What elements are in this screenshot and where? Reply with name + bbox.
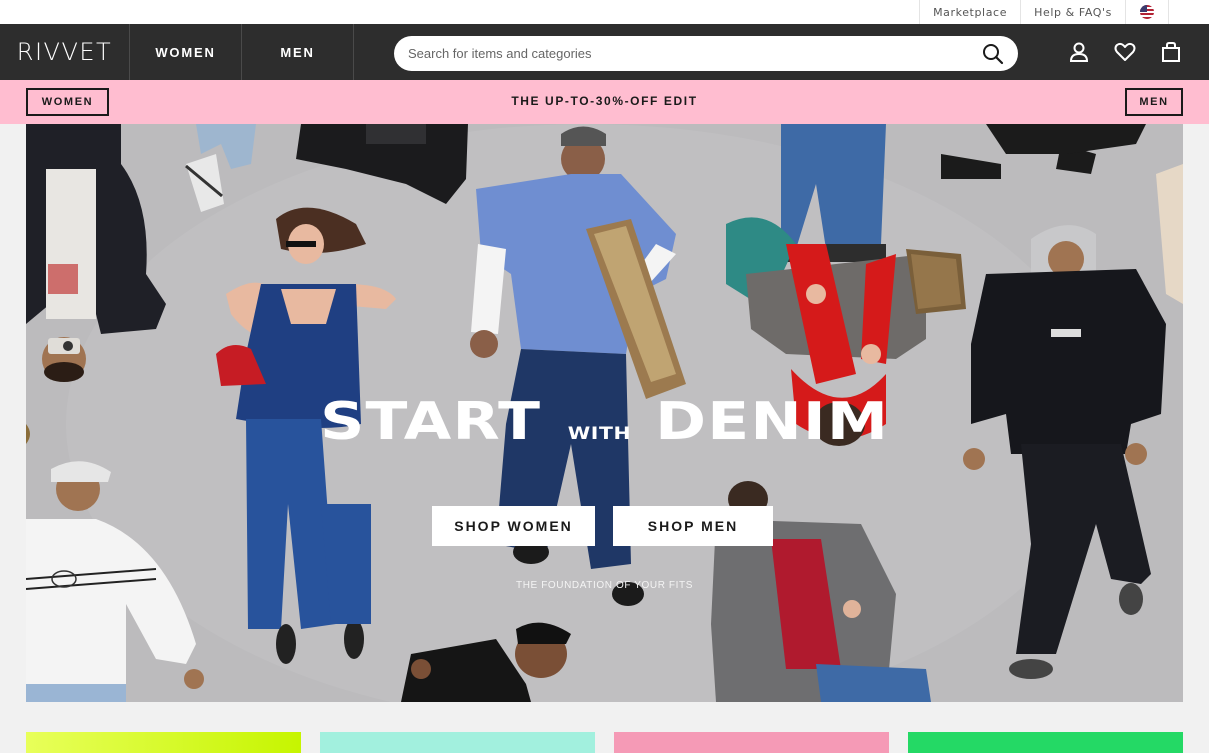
main-header: RIVVET WOMEN MEN	[0, 24, 1209, 80]
hero-banner[interactable]: START WITH DENIM SHOP WOMEN SHOP MEN THE…	[26, 124, 1183, 702]
site-logo[interactable]: RIVVET	[0, 24, 130, 80]
category-tile[interactable]	[614, 732, 889, 753]
promo-men-button[interactable]: MEN	[1125, 88, 1183, 116]
search-bar	[394, 36, 1018, 71]
category-tile[interactable]	[26, 732, 301, 753]
headline-with: WITH	[567, 424, 631, 444]
utility-bar: Marketplace Help & FAQ's	[0, 0, 1209, 24]
hero-cta-group: SHOP WOMEN SHOP MEN	[432, 506, 773, 546]
help-faq-link[interactable]: Help & FAQ's	[1020, 0, 1125, 24]
promo-text: THE UP-TO-30%-OFF EDIT	[511, 94, 698, 108]
category-tile[interactable]	[908, 732, 1183, 753]
account-icon[interactable]	[1067, 40, 1091, 64]
headline-start: START	[320, 392, 542, 452]
us-flag-icon	[1140, 5, 1154, 19]
shop-women-button[interactable]: SHOP WOMEN	[432, 506, 595, 546]
country-selector[interactable]	[1125, 0, 1169, 24]
search-input[interactable]	[408, 46, 982, 61]
header-actions	[1067, 24, 1183, 80]
bag-icon[interactable]	[1159, 40, 1183, 64]
promo-banner[interactable]: WOMEN THE UP-TO-30%-OFF EDIT MEN	[0, 80, 1209, 124]
nav-tab-men[interactable]: MEN	[242, 24, 354, 80]
hero-headline: START WITH DENIM	[26, 392, 1183, 452]
search-icon[interactable]	[982, 43, 1004, 65]
shop-men-button[interactable]: SHOP MEN	[613, 506, 773, 546]
marketplace-link[interactable]: Marketplace	[919, 0, 1020, 24]
heart-icon[interactable]	[1113, 40, 1137, 64]
headline-end: DENIM	[655, 392, 890, 452]
utility-links: Marketplace Help & FAQ's	[919, 0, 1169, 24]
category-tile[interactable]	[320, 732, 595, 753]
hero-tagline: THE FOUNDATION OF YOUR FITS	[516, 580, 693, 591]
nav-tab-women[interactable]: WOMEN	[130, 24, 242, 80]
